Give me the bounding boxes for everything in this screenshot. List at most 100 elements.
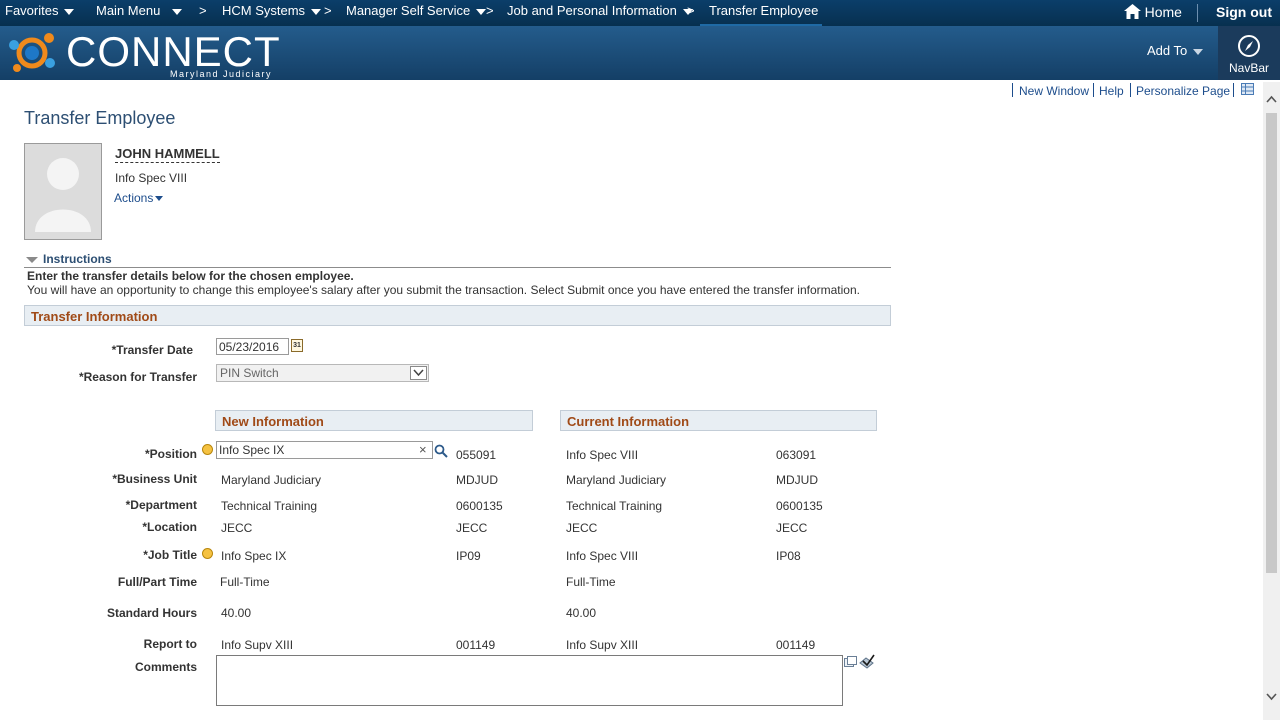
business-unit-label: *Business Unit: [112, 472, 197, 486]
help-link[interactable]: Help: [1099, 84, 1124, 98]
navbar-button[interactable]: NavBar: [1218, 26, 1280, 80]
report-to-current: Info Supv XIII: [566, 638, 639, 652]
report-to-new-code: 001149: [456, 638, 496, 652]
department-current-code: 0600135: [776, 499, 823, 513]
location-new-code: JECC: [456, 521, 488, 535]
breadcrumb-label: Job and Personal Information: [507, 3, 677, 18]
business-unit-current: Maryland Judiciary: [566, 473, 667, 487]
business-unit-new: Maryland Judiciary: [221, 473, 322, 487]
standard-hours-label: Standard Hours: [106, 606, 197, 620]
chevron-down-icon: [172, 8, 183, 15]
divider: [1012, 83, 1013, 97]
expand-textarea-icon[interactable]: [844, 656, 857, 668]
breadcrumb-label: Manager Self Service: [346, 3, 471, 18]
job-title-current-code: IP08: [776, 549, 801, 563]
breadcrumb-current[interactable]: Transfer Employee: [709, 3, 818, 18]
breadcrumb-hcm-systems[interactable]: HCM Systems: [222, 3, 322, 18]
report-to-label: Report to: [143, 637, 197, 651]
instructions-toggle[interactable]: Instructions: [24, 252, 891, 268]
breadcrumb-separator: >: [324, 3, 332, 18]
scroll-up-arrow-icon[interactable]: [1265, 94, 1278, 104]
grid-view-icon[interactable]: [1241, 83, 1254, 95]
scroll-down-arrow-icon[interactable]: [1265, 692, 1278, 702]
connect-logo-icon: [9, 33, 55, 72]
job-title-new-code: IP09: [456, 549, 481, 563]
home-link[interactable]: Home: [1124, 4, 1182, 20]
instructions-label: Instructions: [43, 252, 112, 266]
calendar-icon[interactable]: 31: [291, 339, 303, 352]
chevron-down-icon: [311, 8, 322, 15]
employee-name[interactable]: JOHN HAMMELL: [115, 146, 220, 163]
full-part-time-current: Full-Time: [566, 575, 616, 589]
new-information-header: New Information: [215, 410, 533, 431]
required-indicator-icon: [202, 444, 213, 455]
scrollbar-thumb[interactable]: [1266, 113, 1277, 573]
collapse-triangle-icon: [26, 257, 38, 263]
spell-check-icon[interactable]: [858, 654, 875, 670]
divider: [1233, 83, 1234, 97]
employee-job: Info Spec VIII: [115, 171, 188, 185]
position-input-value: Info Spec IX: [219, 443, 285, 457]
report-to-current-code: 001149: [776, 638, 816, 652]
divider: [1197, 4, 1198, 22]
breadcrumb-separator: >: [199, 3, 207, 18]
business-unit-new-code: MDJUD: [456, 473, 498, 487]
top-navigation-bar: Favorites Main Menu > HCM Systems > Mana…: [0, 0, 1280, 26]
logo-subtitle: Maryland Judiciary: [170, 69, 273, 79]
breadcrumb-separator: >: [687, 3, 695, 18]
breadcrumb-label: HCM Systems: [222, 3, 306, 18]
full-part-time-label: Full/Part Time: [117, 575, 197, 589]
favorites-menu[interactable]: Favorites: [5, 3, 75, 18]
banner: CONNECT Maryland Judiciary Add To NavBar: [0, 26, 1280, 80]
chevron-down-icon: [413, 369, 424, 377]
chevron-down-icon: [476, 8, 487, 15]
job-title-new: Info Spec IX: [221, 549, 287, 563]
instructions-line-2: You will have an opportunity to change t…: [27, 283, 860, 297]
avatar: [24, 143, 102, 240]
current-information-header: Current Information: [560, 410, 877, 431]
favorites-label: Favorites: [5, 3, 59, 18]
search-icon[interactable]: [434, 444, 448, 458]
home-icon: [1124, 4, 1141, 19]
report-to-new: Info Supv XIII: [221, 638, 294, 652]
transfer-date-label: *Transfer Date: [111, 343, 193, 357]
sign-out-link[interactable]: Sign out: [1216, 4, 1272, 20]
actions-label: Actions: [114, 191, 154, 205]
job-title-current: Info Spec VIII: [566, 549, 639, 563]
home-label: Home: [1144, 4, 1182, 20]
position-current-code: 063091: [776, 448, 817, 462]
transfer-date-input[interactable]: [216, 338, 289, 355]
position-input[interactable]: Info Spec IX ×: [216, 441, 433, 459]
location-new: JECC: [221, 521, 253, 535]
breadcrumb-manager-self-service[interactable]: Manager Self Service: [346, 3, 487, 18]
clear-icon[interactable]: ×: [419, 442, 427, 457]
chevron-down-icon: [155, 196, 164, 202]
breadcrumb-separator: >: [486, 3, 494, 18]
divider: [1093, 83, 1094, 97]
chevron-down-icon: [1193, 48, 1204, 55]
position-new-code: 055091: [456, 448, 497, 462]
page-title: Transfer Employee: [24, 108, 176, 128]
dropdown-button[interactable]: [410, 366, 427, 380]
job-title-label: *Job Title: [143, 548, 197, 562]
main-menu-label: Main Menu: [96, 3, 161, 18]
reason-for-transfer-select[interactable]: PIN Switch: [216, 364, 429, 382]
actions-menu[interactable]: Actions: [114, 191, 164, 205]
compass-icon: [1238, 35, 1260, 57]
reason-for-transfer-label: *Reason for Transfer: [78, 370, 197, 384]
comments-textarea[interactable]: [216, 655, 843, 706]
breadcrumb-job-personal[interactable]: Job and Personal Information: [507, 3, 693, 18]
instructions-line-1: Enter the transfer details below for the…: [27, 269, 354, 283]
navbar-label: NavBar: [1228, 61, 1269, 75]
personalize-page-link[interactable]: Personalize Page: [1136, 84, 1230, 98]
position-label: *Position: [144, 447, 197, 461]
add-to-menu[interactable]: Add To: [1147, 43, 1204, 58]
department-label: *Department: [125, 498, 197, 512]
position-current: Info Spec VIII: [566, 448, 639, 462]
new-window-link[interactable]: New Window: [1019, 84, 1089, 98]
department-new: Technical Training: [221, 499, 318, 513]
full-part-time-new: Full-Time: [220, 575, 270, 589]
standard-hours-new: 40.00: [221, 606, 252, 620]
main-menu[interactable]: Main Menu: [96, 3, 183, 18]
comments-label: Comments: [134, 660, 197, 674]
